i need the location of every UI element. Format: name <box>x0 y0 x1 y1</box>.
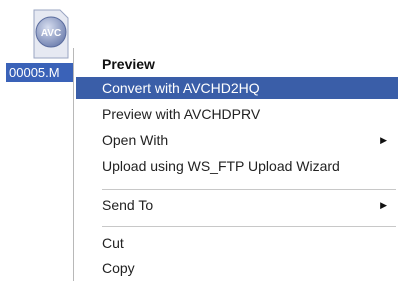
context-menu: Preview Convert with AVCHD2HQ Preview wi… <box>73 48 398 281</box>
avc-video-file-icon[interactable]: AVC <box>30 8 72 60</box>
file-name-label[interactable]: 00005.M <box>6 63 76 82</box>
menu-item-label: Preview with AVCHDPRV <box>102 106 261 122</box>
menu-separator <box>102 226 396 227</box>
menu-item-send-to[interactable]: Send To ▶ <box>76 194 398 216</box>
menu-item-label: Convert with AVCHD2HQ <box>102 80 260 96</box>
menu-item-copy[interactable]: Copy <box>76 257 398 279</box>
menu-item-convert-with-avchd2hq[interactable]: Convert with AVCHD2HQ <box>76 77 398 99</box>
menu-item-label: Cut <box>102 235 124 251</box>
desktop: AVC 00005.M Preview Convert with AVCHD2H… <box>0 0 398 281</box>
menu-item-label: Upload using WS_FTP Upload Wizard <box>102 158 340 174</box>
menu-item-preview-with-avchdprv[interactable]: Preview with AVCHDPRV <box>76 103 398 125</box>
submenu-arrow-icon: ▶ <box>380 200 387 210</box>
menu-item-label: Preview <box>102 56 155 72</box>
menu-item-cut[interactable]: Cut <box>76 232 398 254</box>
menu-item-upload-ws-ftp[interactable]: Upload using WS_FTP Upload Wizard <box>76 155 398 177</box>
menu-separator <box>102 189 396 190</box>
menu-item-label: Open With <box>102 132 169 148</box>
avc-badge-text: AVC <box>41 28 61 39</box>
menu-item-preview[interactable]: Preview <box>76 53 398 75</box>
menu-item-label: Send To <box>102 197 154 213</box>
menu-item-label: Copy <box>102 260 135 276</box>
menu-item-open-with[interactable]: Open With ▶ <box>76 129 398 151</box>
submenu-arrow-icon: ▶ <box>380 135 387 145</box>
avc-file-graphic: AVC <box>33 9 69 59</box>
